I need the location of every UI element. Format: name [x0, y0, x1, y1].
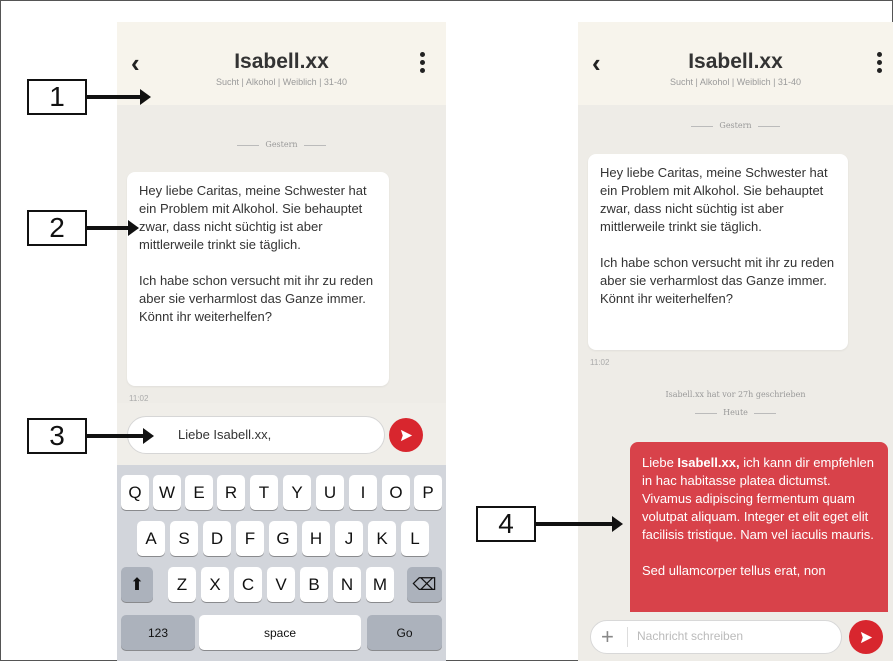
key-r[interactable]: R	[217, 475, 245, 510]
contact-tags: Sucht | Alkohol | Weiblich | 31-40	[670, 77, 801, 87]
key-b[interactable]: B	[300, 567, 328, 602]
chat-screen-composing: ‹ Isabell.xx Sucht | Alkohol | Weiblich …	[117, 22, 446, 661]
key-m[interactable]: M	[366, 567, 394, 602]
callout-3: 3	[27, 418, 87, 454]
date-divider-label: Gestern	[719, 121, 752, 130]
key-x[interactable]: X	[201, 567, 229, 602]
key-n[interactable]: N	[333, 567, 361, 602]
callout-arrow-4	[536, 516, 623, 532]
message-paragraph-2: Ich habe schon versucht mit ihr zu reden…	[139, 273, 374, 324]
callout-arrow-2	[87, 220, 139, 236]
key-u[interactable]: U	[316, 475, 344, 510]
send-button[interactable]	[389, 418, 423, 452]
send-icon	[860, 631, 872, 643]
message-paragraph-1: Hey liebe Caritas, meine Schwester hat e…	[600, 165, 828, 234]
key-l[interactable]: L	[401, 521, 429, 556]
chat-screen-replied: ‹ Isabell.xx Sucht | Alkohol | Weiblich …	[578, 22, 893, 661]
key-t[interactable]: T	[250, 475, 278, 510]
composer: + Nachricht schreiben	[578, 612, 893, 661]
key-d[interactable]: D	[203, 521, 231, 556]
key-o[interactable]: O	[382, 475, 410, 510]
space-key[interactable]: space	[199, 615, 361, 650]
key-c[interactable]: C	[234, 567, 262, 602]
composer: Liebe Isabell.xx,	[117, 403, 446, 465]
callout-arrow-3	[87, 428, 154, 444]
key-e[interactable]: E	[185, 475, 213, 510]
key-g[interactable]: G	[269, 521, 297, 556]
input-separator	[627, 627, 628, 647]
callout-4: 4	[476, 506, 536, 542]
key-h[interactable]: H	[302, 521, 330, 556]
key-f[interactable]: F	[236, 521, 264, 556]
more-options-icon[interactable]	[877, 52, 883, 73]
key-q[interactable]: Q	[121, 475, 149, 510]
key-v[interactable]: V	[267, 567, 295, 602]
date-divider: Gestern	[117, 140, 446, 149]
reply-prefix: Liebe	[642, 455, 678, 470]
message-input[interactable]: Liebe Isabell.xx,	[127, 416, 385, 454]
key-z[interactable]: Z	[168, 567, 196, 602]
contact-name: Isabell.xx	[688, 50, 783, 73]
key-j[interactable]: J	[335, 521, 363, 556]
chat-header: ‹ Isabell.xx Sucht | Alkohol | Weiblich …	[117, 22, 446, 105]
message-placeholder: Nachricht schreiben	[637, 629, 744, 643]
message-time: 11:02	[129, 394, 149, 403]
on-screen-keyboard: Q W E R T Y U I O P A S D F G H J K L ⬆ …	[117, 465, 446, 661]
key-k[interactable]: K	[368, 521, 396, 556]
date-divider-label: Heute	[723, 408, 748, 417]
key-s[interactable]: S	[170, 521, 198, 556]
reply-name: Isabell.xx,	[677, 455, 740, 470]
callout-2: 2	[27, 210, 87, 246]
message-input[interactable]: + Nachricht schreiben	[590, 620, 842, 654]
date-divider-label: Gestern	[265, 140, 298, 149]
chat-header: ‹ Isabell.xx Sucht | Alkohol | Weiblich …	[578, 22, 893, 105]
date-divider: Gestern	[578, 121, 893, 130]
key-i[interactable]: I	[349, 475, 377, 510]
message-time: 11:02	[590, 358, 610, 367]
send-button[interactable]	[849, 620, 883, 654]
go-key[interactable]: Go	[367, 615, 442, 650]
reply-text-continued: Sed ullamcorper tellus erat, non	[642, 563, 826, 578]
delete-key[interactable]: ⌫	[407, 567, 442, 602]
more-options-icon[interactable]	[420, 52, 426, 73]
last-written-info: Isabell.xx hat vor 27h geschrieben	[665, 390, 806, 399]
send-icon	[400, 429, 412, 441]
key-a[interactable]: A	[137, 521, 165, 556]
plus-icon[interactable]: +	[601, 624, 614, 650]
numbers-key[interactable]: 123	[121, 615, 195, 650]
incoming-message: Hey liebe Caritas, meine Schwester hat e…	[588, 154, 848, 350]
incoming-message: Hey liebe Caritas, meine Schwester hat e…	[127, 172, 389, 386]
key-w[interactable]: W	[153, 475, 181, 510]
message-paragraph-1: Hey liebe Caritas, meine Schwester hat e…	[139, 183, 367, 252]
date-divider-today: Heute	[578, 408, 893, 417]
shift-key[interactable]: ⬆	[121, 567, 153, 602]
callout-1: 1	[27, 79, 87, 115]
key-p[interactable]: P	[414, 475, 442, 510]
key-y[interactable]: Y	[283, 475, 311, 510]
contact-name: Isabell.xx	[234, 50, 329, 73]
contact-tags: Sucht | Alkohol | Weiblich | 31-40	[216, 77, 347, 87]
message-paragraph-2: Ich habe schon versucht mit ihr zu reden…	[600, 255, 835, 306]
callout-arrow-1	[87, 89, 151, 105]
